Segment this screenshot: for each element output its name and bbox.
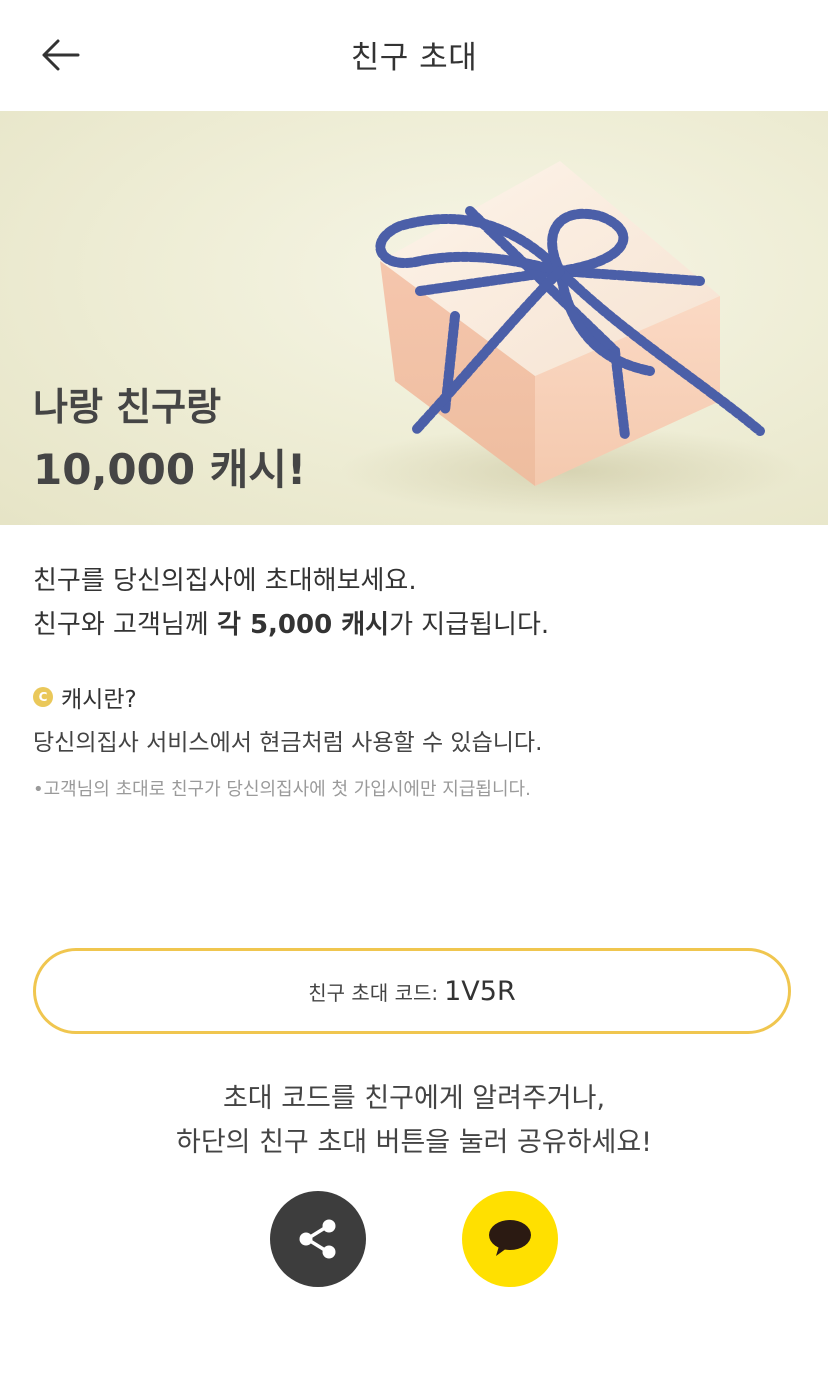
invite-code-box[interactable]: 친구 초대 코드: 1V5R <box>33 948 791 1034</box>
header: 친구 초대 <box>0 0 828 110</box>
kakaotalk-icon <box>489 1220 531 1256</box>
reward-amount: 각 5,000 캐시 <box>216 610 390 640</box>
hero-headline-1: 나랑 친구랑 <box>33 385 222 429</box>
share-instruction-2: 하단의 친구 초대 버튼을 눌러 공유하세요! <box>175 1127 652 1158</box>
reward-text-post: 가 지급됩니다. <box>389 610 550 640</box>
share-button[interactable] <box>270 1191 366 1287</box>
share-icon <box>299 1219 336 1259</box>
kakaotalk-share-button[interactable] <box>462 1191 558 1287</box>
hero-headline-2: 10,000 캐시! <box>33 445 307 494</box>
cash-coin-icon: C <box>33 687 53 707</box>
cash-info-title: C 캐시란? <box>33 680 137 714</box>
page-title: 친구 초대 <box>350 40 478 76</box>
hero-banner: 나랑 친구랑 10,000 캐시! <box>0 111 828 525</box>
cash-description: 당신의집사 서비스에서 현금처럼 사용할 수 있습니다. <box>33 730 543 756</box>
intro-text: 친구를 당신의집사에 초대해보세요. <box>33 566 417 596</box>
invite-code-label: 친구 초대 코드: <box>308 980 439 1005</box>
cash-question: 캐시란? <box>61 687 137 713</box>
cash-note: •고객님의 초대로 친구가 당신의집사에 첫 가입시에만 지급됩니다. <box>33 779 531 800</box>
reward-text-pre: 친구와 고객님께 <box>33 610 217 640</box>
share-instruction-1: 초대 코드를 친구에게 알려주거나, <box>222 1083 606 1114</box>
invite-code-value[interactable]: 1V5R <box>444 976 516 1007</box>
reward-text: 친구와 고객님께 각 5,000 캐시가 지급됩니다. <box>33 604 549 641</box>
